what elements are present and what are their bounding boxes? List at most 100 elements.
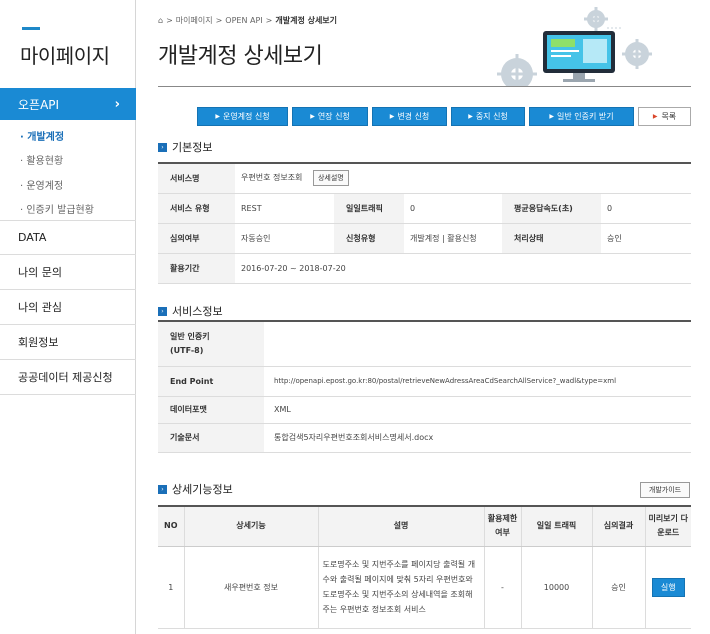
run-button[interactable]: 실행 — [651, 577, 685, 597]
endpoint-label: End Point — [158, 366, 264, 397]
button-label: 일반 인증키 받기 — [557, 112, 614, 121]
sidebar-item-inquiry[interactable]: 나의 문의 — [0, 255, 136, 290]
breadcrumb-current: 개발계정 상세보기 — [275, 16, 338, 25]
column-header-feature: 상세기능 — [184, 506, 319, 547]
sidebar: 마이페이지 오픈API › · 개발계정 · 활용현황 · 운영계정 · 인증키… — [0, 0, 136, 634]
computer-gears-illustration-icon — [497, 7, 652, 86]
status-value: 승인 — [601, 223, 691, 254]
column-header-no: NO — [158, 506, 185, 547]
table-row: 일반 인증키 (UTF-8) — [158, 321, 691, 367]
auth-key-value[interactable] — [264, 321, 691, 367]
sidebar-item-data[interactable]: DATA — [0, 220, 136, 255]
table-row: End Point http://openapi.epost.go.kr:80/… — [158, 366, 691, 397]
ops-account-apply-button[interactable]: ▶ 운영계정 신청 — [197, 107, 288, 126]
review-label: 심의여부 — [158, 223, 235, 254]
format-label: 데이터포맷 — [158, 396, 264, 424]
service-name-cell: 우편번호 정보조회 상세설명 — [235, 163, 691, 194]
breadcrumb: ⌂ > 마이페이지 > OPEN API > 개발계정 상세보기 — [158, 15, 337, 26]
section-heading-service-info: › 서비스정보 — [158, 303, 223, 319]
period-label: 활용기간 — [158, 253, 235, 284]
sidebar-sub-item-dev-account[interactable]: · 개발계정 — [20, 128, 64, 143]
page-title: 개발계정 상세보기 — [158, 44, 323, 69]
get-auth-key-button[interactable]: ▶ 일반 인증키 받기 — [529, 107, 634, 126]
button-label: 변경 신청 — [397, 112, 430, 121]
dev-guide-button[interactable]: 개발가이드 — [640, 482, 690, 498]
breadcrumb-separator: > — [166, 16, 173, 25]
section-heading-basic-info: › 기본정보 — [158, 139, 212, 155]
button-label: 목록 — [661, 112, 677, 121]
title-divider — [158, 86, 691, 87]
row-result: 승인 — [592, 546, 646, 629]
table-header-row: NO 상세기능 설명 활용제한 여부 일일 트래픽 심의결과 미리보기 다운로드 — [158, 506, 691, 547]
format-value: XML — [264, 396, 691, 424]
service-type-label: 서비스 유형 — [158, 193, 235, 224]
section-heading-detail-features: › 상세기능정보 — [158, 481, 233, 497]
section-heading-label: 서비스정보 — [172, 305, 223, 318]
sidebar-sub-item-ops-account[interactable]: · 운영계정 — [20, 177, 63, 192]
service-name-label: 서비스명 — [158, 163, 235, 194]
avg-speed-value: 0 — [601, 193, 691, 224]
avg-speed-label: 평균응답속도(초) — [502, 193, 601, 224]
sidebar-item-interest[interactable]: 나의 관심 — [0, 290, 136, 325]
daily-traffic-value: 0 — [404, 193, 502, 224]
breadcrumb-item-mypage[interactable]: 마이페이지 — [176, 15, 213, 26]
stop-apply-button[interactable]: ▶ 중지 신청 — [451, 107, 525, 126]
service-info-table: 일반 인증키 (UTF-8) End Point http://openapi.… — [158, 320, 691, 453]
home-icon[interactable]: ⌂ — [158, 16, 163, 25]
arrow-right-icon: ▶ — [389, 113, 395, 120]
tech-doc-label: 기술문서 — [158, 423, 264, 453]
row-preview-cell: 실행 — [645, 546, 691, 629]
sidebar-item-open-api[interactable]: 오픈API › — [0, 88, 136, 120]
column-header-traffic: 일일 트래픽 — [521, 506, 593, 547]
section-marker-icon: › — [158, 142, 167, 152]
table-row: 활용기간 2016-07-20 ~ 2018-07-20 — [158, 253, 691, 284]
sidebar-item-data-request[interactable]: 공공데이터 제공신청 — [0, 360, 136, 395]
tech-doc-link[interactable]: 통합검색5자리우편번호조회서비스명세서.docx — [264, 423, 691, 453]
table-row: 서비스명 우편번호 정보조회 상세설명 — [158, 163, 691, 194]
arrow-right-icon: ▶ — [652, 113, 658, 120]
arrow-right-icon: ▶ — [468, 113, 473, 120]
section-heading-label: 상세기능정보 — [172, 483, 233, 496]
list-button[interactable]: ▶ 목록 — [638, 107, 691, 126]
service-name-value: 우편번호 정보조회 — [241, 173, 303, 183]
review-value: 자동승인 — [235, 223, 334, 254]
sidebar-item-label: 오픈API — [18, 97, 60, 112]
button-label: 운영계정 신청 — [222, 112, 270, 121]
button-label: 연장 신청 — [317, 112, 350, 121]
breadcrumb-item-open-api[interactable]: OPEN API — [225, 16, 262, 25]
column-header-description: 설명 — [318, 506, 485, 547]
row-feature-name: 새우편번호 정보 — [184, 546, 319, 629]
sidebar-sub-item-usage[interactable]: · 활용현황 — [20, 152, 63, 167]
detail-features-table: NO 상세기능 설명 활용제한 여부 일일 트래픽 심의결과 미리보기 다운로드… — [158, 505, 691, 629]
status-label: 처리상태 — [502, 223, 601, 254]
chevron-right-icon: › — [114, 96, 120, 112]
row-limit: - — [484, 546, 522, 629]
section-marker-icon: › — [158, 484, 167, 494]
period-value: 2016-07-20 ~ 2018-07-20 — [235, 253, 691, 284]
extend-apply-button[interactable]: ▶ 연장 신청 — [292, 107, 368, 126]
auth-key-label: 일반 인증키 (UTF-8) — [158, 321, 264, 367]
arrow-right-icon: ▶ — [215, 113, 220, 120]
table-row: 기술문서 통합검색5자리우편번호조회서비스명세서.docx — [158, 423, 691, 453]
table-row: 데이터포맷 XML — [158, 396, 691, 424]
sidebar-item-member-info[interactable]: 회원정보 — [0, 325, 136, 360]
breadcrumb-separator: > — [215, 16, 223, 25]
table-row: 심의여부 자동승인 신청유형 개발계정 | 활용신청 처리상태 승인 — [158, 223, 691, 254]
apply-type-label: 신청유형 — [334, 223, 404, 254]
column-header-limit: 활용제한 여부 — [484, 506, 522, 547]
row-traffic: 10000 — [521, 546, 593, 629]
column-header-result: 심의결과 — [592, 506, 646, 547]
sidebar-title: 마이페이지 — [20, 44, 110, 68]
breadcrumb-separator: > — [265, 16, 273, 25]
arrow-right-icon: ▶ — [549, 113, 554, 120]
basic-info-table: 서비스명 우편번호 정보조회 상세설명 서비스 유형 REST 일일트래픽 0 … — [158, 162, 691, 284]
section-marker-icon: › — [158, 306, 167, 316]
row-description: 도로명주소 및 지번주소를 페이지당 출력될 개수와 출력될 페이지에 맞춰 5… — [318, 546, 485, 629]
change-apply-button[interactable]: ▶ 변경 신청 — [372, 107, 447, 126]
daily-traffic-label: 일일트래픽 — [334, 193, 404, 224]
endpoint-value[interactable]: http://openapi.epost.go.kr:80/postal/ret… — [264, 366, 691, 397]
service-type-value: REST — [235, 193, 334, 224]
sidebar-sub-item-auth-key[interactable]: · 인증키 발급현황 — [20, 201, 94, 216]
detail-description-button[interactable]: 상세설명 — [312, 170, 349, 187]
button-label: 중지 신청 — [475, 112, 508, 121]
